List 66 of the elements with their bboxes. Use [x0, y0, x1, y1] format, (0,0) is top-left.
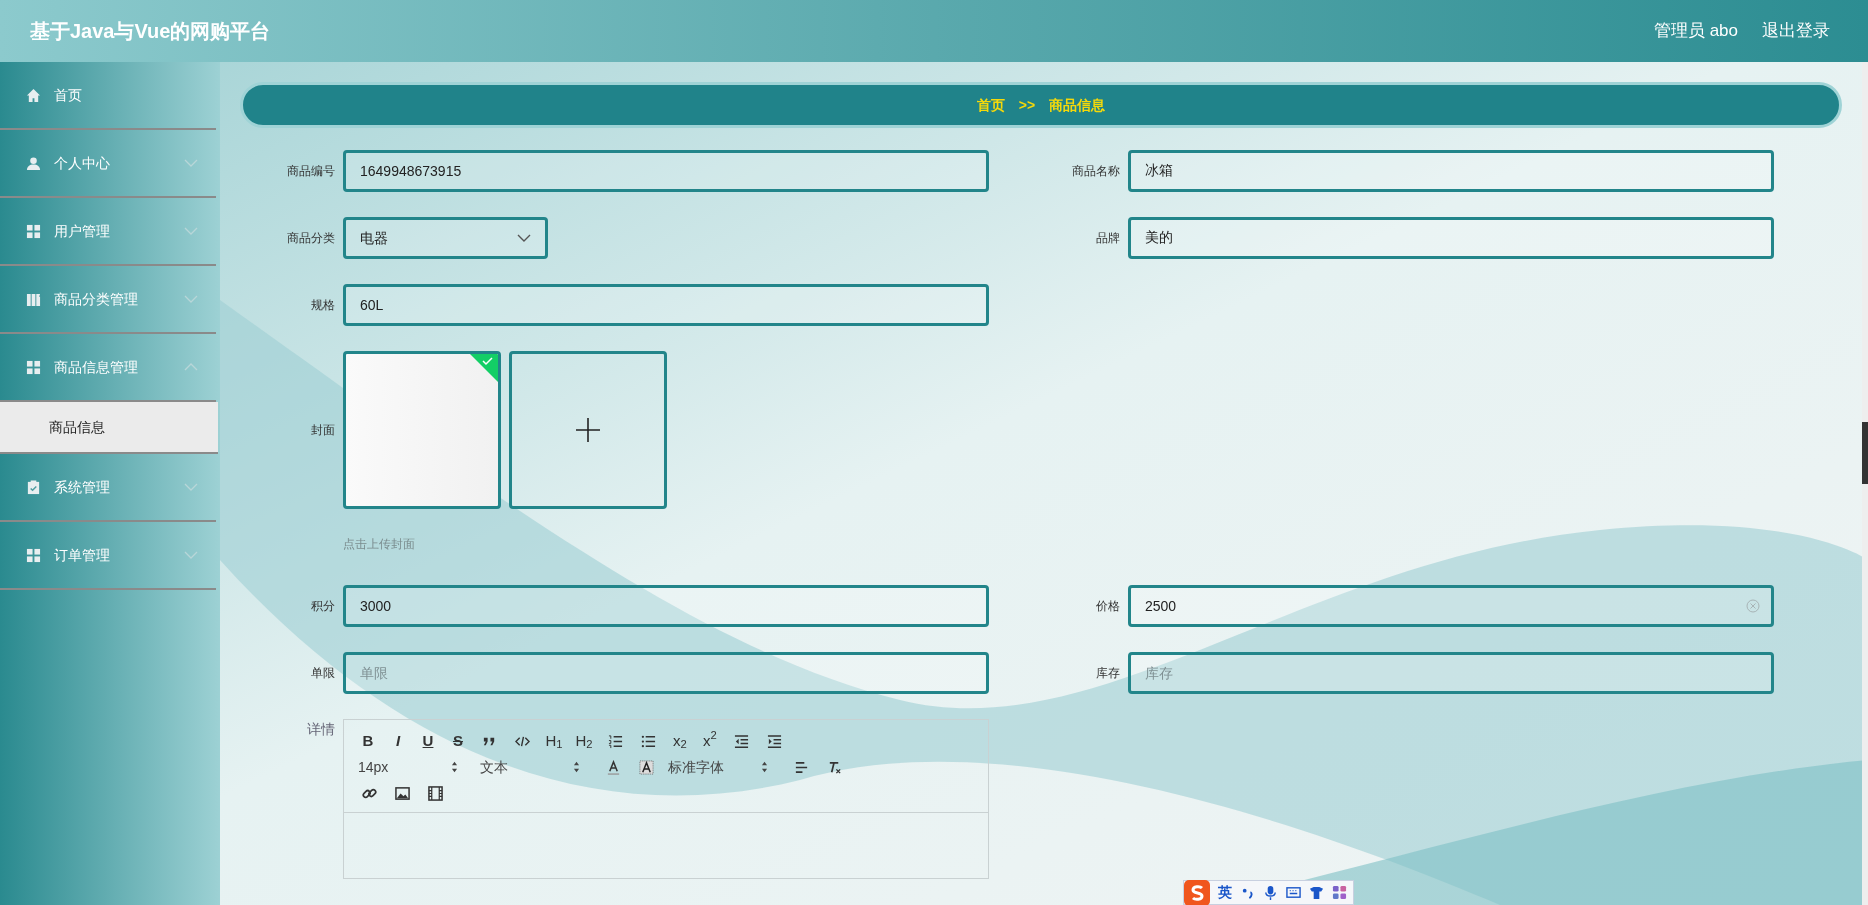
updown-icon: [573, 761, 580, 773]
clipboard-icon: [26, 479, 41, 495]
toolbar-button[interactable]: x$_{2}$: [670, 731, 690, 751]
indent-icon[interactable]: [767, 733, 782, 749]
field-label: 单限: [310, 665, 335, 682]
clear-format-icon[interactable]: [827, 759, 842, 775]
chevron-icon: [517, 233, 531, 243]
toolbar-select[interactable]: 文本: [480, 756, 580, 778]
upload-hint: 点击上传封面: [343, 536, 416, 553]
keyboard-icon[interactable]: [1286, 885, 1301, 900]
field-label: 详情: [306, 720, 335, 739]
shirt-icon[interactable]: [1309, 885, 1324, 900]
film-icon[interactable]: [428, 785, 443, 801]
toolbar-button[interactable]: x$^{2}$: [700, 731, 720, 751]
user-label: 管理员 abo: [1653, 20, 1738, 43]
logout-link[interactable]: 退出登录: [1762, 18, 1830, 44]
breadcrumb-separator: >>: [1018, 95, 1036, 115]
books-icon: [26, 291, 41, 307]
microphone-icon[interactable]: [1263, 885, 1278, 900]
outdent-icon[interactable]: [734, 733, 749, 749]
input-field[interactable]: 1649948673915: [343, 150, 989, 192]
field-label: 封面: [310, 422, 335, 439]
grid-icon: [26, 223, 41, 239]
rich-text-editor[interactable]: B I U S H$_{1}$ H$_{2}$ x$_{2}$ x$^{2}$ 14px 文本 标准字体: [343, 719, 989, 879]
bullet-list-icon[interactable]: [641, 733, 656, 749]
input-field[interactable]: 美的: [1128, 217, 1774, 259]
grid-icon: [26, 359, 41, 375]
input-field[interactable]: 60L: [343, 284, 989, 326]
input-field[interactable]: 单限: [343, 652, 989, 694]
field-label: 商品名称: [1071, 163, 1120, 180]
numbered-list-icon[interactable]: [608, 733, 623, 749]
grid-icon: [26, 547, 41, 563]
image-icon[interactable]: [395, 785, 410, 801]
user-icon: [26, 155, 41, 171]
apps-icon[interactable]: [1332, 885, 1347, 900]
field-label: 商品编号: [286, 163, 335, 180]
input-field[interactable]: 库存: [1128, 652, 1774, 694]
updown-icon: [451, 761, 458, 773]
field-label: 规格: [310, 297, 335, 314]
ime-mode[interactable]: 英: [1218, 882, 1232, 903]
sidebar-subitem[interactable]: 商品信息: [0, 402, 218, 454]
field-label: 库存: [1095, 665, 1120, 682]
scrollbar[interactable]: [1862, 62, 1868, 905]
toolbar-button[interactable]: U: [418, 731, 438, 751]
field-label: 积分: [310, 598, 335, 615]
toolbar-button[interactable]: I: [388, 731, 408, 751]
text-color-icon[interactable]: [606, 759, 621, 775]
toolbar-button[interactable]: S: [448, 731, 468, 751]
field-label: 商品分类: [286, 230, 335, 247]
toolbar-select[interactable]: 标准字体: [668, 756, 768, 778]
input-field[interactable]: 3000: [343, 585, 989, 627]
align-icon[interactable]: [794, 759, 809, 775]
field-label: 价格: [1095, 598, 1120, 615]
select-field[interactable]: 电器: [343, 217, 548, 259]
toolbar-select[interactable]: 14px: [358, 756, 458, 778]
upload-tile[interactable]: [509, 351, 667, 509]
toolbar-button[interactable]: H$_{2}$: [574, 731, 594, 751]
toolbar-button[interactable]: B: [358, 731, 378, 751]
input-field[interactable]: 2500: [1128, 585, 1774, 627]
home-icon: [26, 87, 41, 103]
updown-icon: [761, 761, 768, 773]
toolbar-button[interactable]: H$_{1}$: [544, 731, 564, 751]
input-field[interactable]: 冰箱: [1128, 150, 1774, 192]
field-label: 品牌: [1095, 230, 1120, 247]
plus-icon: [576, 418, 600, 442]
app-title: 基于Java与Vue的网购平台: [30, 19, 271, 44]
